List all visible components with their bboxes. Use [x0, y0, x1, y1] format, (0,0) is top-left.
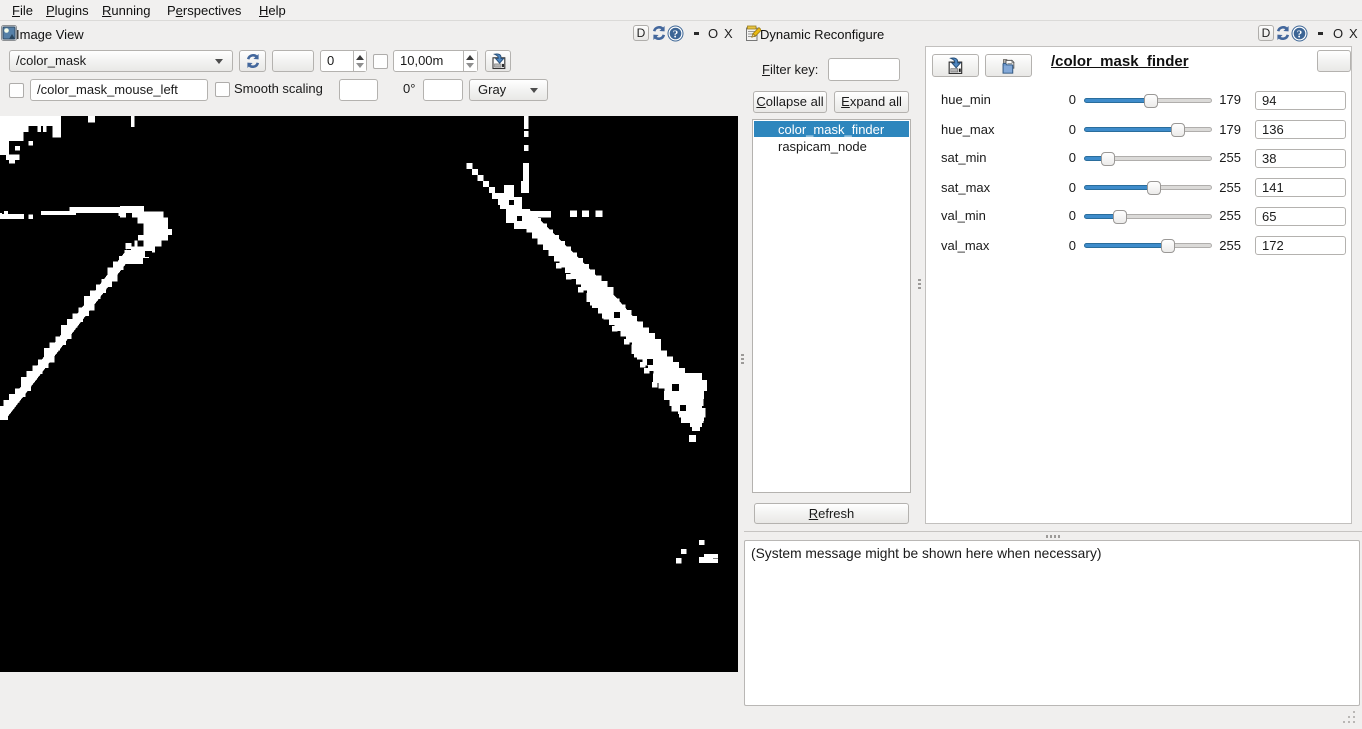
svg-text:?: ?	[673, 29, 679, 41]
svg-text:?: ?	[1297, 29, 1303, 41]
